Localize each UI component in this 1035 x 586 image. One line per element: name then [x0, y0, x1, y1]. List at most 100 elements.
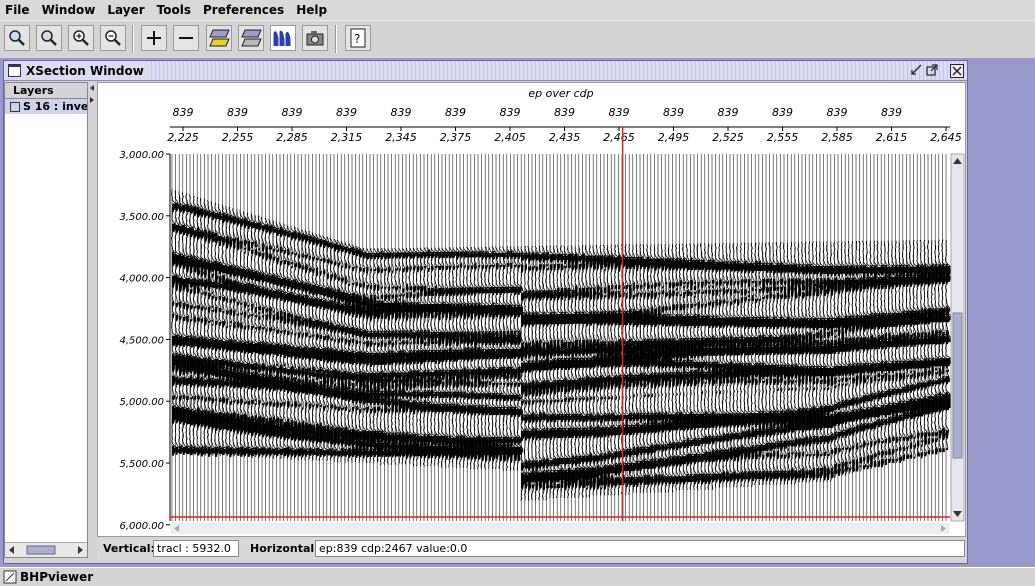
ep-tick-label: 839: [881, 106, 902, 119]
add-icon: [147, 31, 161, 45]
ep-tick-label: 839: [391, 106, 412, 119]
toolbar-separator: [335, 25, 337, 53]
layer-yellow-icon: [209, 29, 230, 47]
cdp-tick-label: 2,345: [385, 131, 417, 144]
cdp-tick-label: 2,585: [821, 131, 853, 144]
cdp-tick-label: 2,225: [167, 131, 199, 144]
menu-help[interactable]: Help: [291, 3, 334, 17]
y-tick-label: 4,000.00: [119, 274, 164, 285]
ep-tick-label: 839: [554, 106, 575, 119]
ep-tick-label: 839: [718, 106, 739, 119]
help-icon: ?: [350, 28, 366, 48]
horizontal-value-field: ep:839 cdp:2467 value:0.0: [315, 540, 965, 557]
ep-tick-label: 839: [827, 106, 848, 119]
plot-horizontal-scrollbar[interactable]: [170, 523, 950, 534]
scroll-right-icon[interactable]: [78, 546, 83, 554]
menu-file[interactable]: File: [0, 3, 37, 17]
scroll-thumb[interactable]: [26, 545, 56, 555]
axis-label: ep over cdp: [528, 87, 593, 100]
window-icon: [8, 64, 21, 77]
ep-tick-label: 839: [500, 106, 521, 119]
zoom-alt-icon: [41, 30, 57, 46]
layer-visibility-checkbox[interactable]: [10, 102, 20, 112]
ep-tick-label: 839: [227, 106, 248, 119]
layers-title: Layers: [5, 83, 87, 99]
ep-tick-label: 839: [336, 106, 357, 119]
minimize-icon[interactable]: [910, 64, 922, 76]
svg-text:?: ?: [354, 32, 360, 46]
ep-tick-label: 839: [663, 106, 684, 119]
ep-tick-label: 839: [772, 106, 793, 119]
zoom-in-button[interactable]: [68, 25, 94, 51]
zoom-icon: [9, 30, 25, 46]
ep-tick-label: 839: [173, 106, 194, 119]
remove-button[interactable]: [173, 25, 199, 51]
zoom-out-icon: [105, 30, 121, 46]
remove-icon: [179, 37, 193, 39]
taskbar-app-label[interactable]: BHPviewer: [20, 570, 93, 584]
horizontal-label: Horizontal:: [250, 542, 319, 555]
window-title: XSection Window: [26, 63, 144, 78]
vertical-label: Vertical:: [103, 542, 155, 555]
cdp-tick-label: 2,495: [658, 131, 690, 144]
snapshot-icon: [306, 31, 324, 46]
close-icon[interactable]: [950, 64, 964, 78]
ep-tick-label: 839: [445, 106, 466, 119]
maximize-icon[interactable]: [926, 64, 938, 76]
plot-vertical-scrollbar[interactable]: [950, 153, 965, 522]
cdp-tick-label: 2,375: [440, 131, 472, 144]
window-title-group: XSection Window: [4, 61, 150, 80]
help-button[interactable]: ?: [345, 25, 371, 51]
zoom-out-button[interactable]: [100, 25, 126, 51]
cdp-tick-label: 2,615: [876, 131, 908, 144]
seismic-plot[interactable]: ep over cdp 839 2,225 839 2,255 839 2,285 839 2…: [98, 83, 965, 536]
taskbar: BHPviewer: [0, 567, 1035, 586]
menu-tools[interactable]: Tools: [152, 3, 198, 17]
panel-splitter[interactable]: [89, 82, 95, 558]
y-tick-label: 3,500.00: [119, 212, 164, 223]
app-icon: [3, 570, 17, 584]
y-tick-label: 4,500.00: [119, 335, 164, 346]
cdp-tick-label: 2,315: [331, 131, 363, 144]
ep-tick-label: 839: [609, 106, 630, 119]
menu-window[interactable]: Window: [37, 3, 103, 17]
layer-name: S 16 : inver: [23, 100, 87, 113]
layer-list-item[interactable]: S 16 : inver: [5, 99, 87, 114]
cdp-tick-label: 2,405: [494, 131, 526, 144]
seismic-plot-panel: ep over cdp 839 2,225 839 2,255 839 2,285 839 2…: [97, 82, 966, 537]
window-title-bar[interactable]: XSection Window: [4, 61, 967, 81]
wiggle-display-button[interactable]: [270, 25, 296, 51]
y-tick-label: 3,000.00: [119, 150, 164, 161]
layer-gray-button[interactable]: [238, 25, 264, 51]
toolbar-separator: [132, 25, 134, 53]
cdp-tick-label: 2,645: [930, 131, 962, 144]
vertical-value-field: tracl : 5932.0: [153, 540, 239, 557]
cdp-tick-label: 2,525: [712, 131, 744, 144]
cdp-tick-label: 2,465: [603, 131, 635, 144]
layers-panel: Layers S 16 : inver: [4, 82, 88, 558]
cdp-tick-label: 2,435: [549, 131, 581, 144]
wiggle-display-icon: [273, 30, 291, 46]
ep-tick-label: 839: [282, 106, 303, 119]
y-tick-label: 5,000.00: [119, 397, 164, 408]
menu-preferences[interactable]: Preferences: [198, 3, 291, 17]
vertical-scroll-thumb[interactable]: [952, 312, 963, 459]
toolbar: ?: [0, 20, 1035, 59]
menu-layer[interactable]: Layer: [102, 3, 151, 17]
y-tick-label: 6,000.00: [119, 521, 164, 532]
y-tick-label: 5,500.00: [119, 459, 164, 470]
layer-yellow-button[interactable]: [206, 25, 232, 51]
cdp-tick-label: 2,285: [276, 131, 308, 144]
menu-bar: File Window Layer Tools Preferences Help: [0, 0, 1035, 20]
zoom-alt-button[interactable]: [36, 25, 62, 51]
scroll-left-icon[interactable]: [9, 546, 14, 554]
cdp-tick-label: 2,555: [767, 131, 799, 144]
add-button[interactable]: [141, 25, 167, 51]
layer-gray-icon: [241, 29, 262, 47]
status-bar: Vertical: tracl : 5932.0 Horizontal: ep:…: [97, 538, 966, 560]
snapshot-button[interactable]: [302, 25, 328, 51]
layers-horizontal-scrollbar[interactable]: [5, 542, 87, 557]
zoom-in-icon: [73, 30, 89, 46]
zoom-button[interactable]: [4, 25, 30, 51]
cdp-tick-label: 2,255: [222, 131, 254, 144]
